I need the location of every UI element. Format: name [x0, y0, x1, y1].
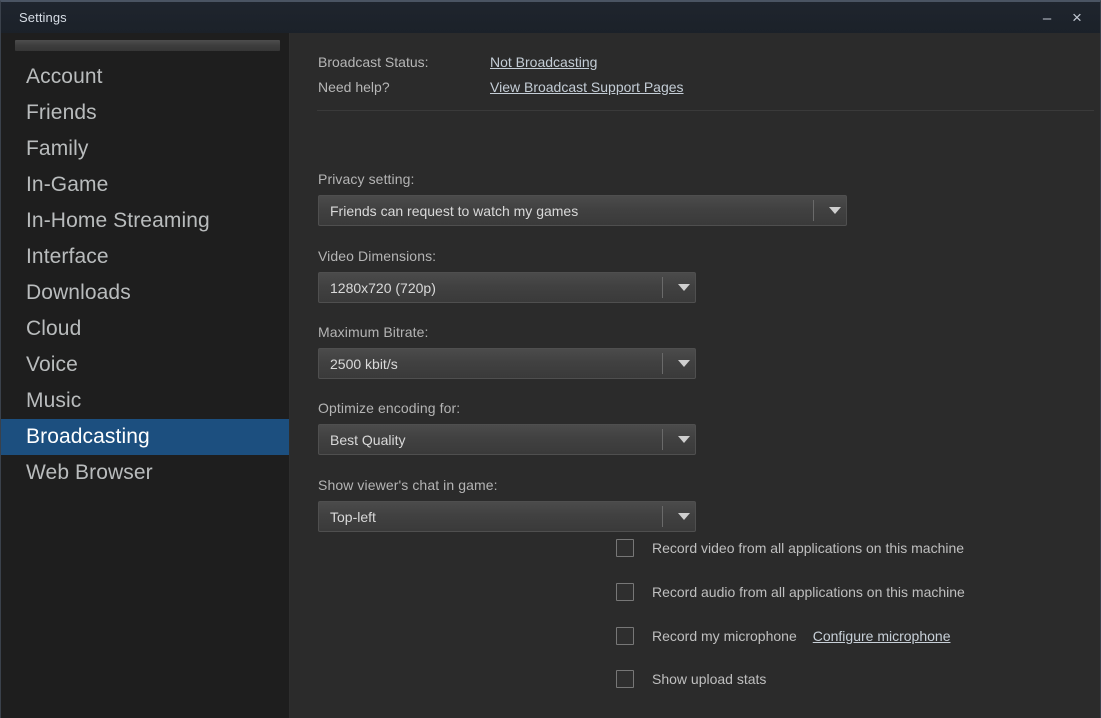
checkbox-row-record-my-microphone: Record my microphone Configure microphone	[616, 626, 950, 646]
dropdown-separator	[662, 506, 663, 527]
sidebar-nav-list: Account Friends Family In-Game In-Home Strea…	[1, 59, 289, 491]
field-group-maximum-bitrate: Maximum Bitrate: 2500 kbit/s	[318, 324, 696, 379]
broadcast-status-block: Broadcast Status: Not Broadcasting Need …	[318, 54, 1068, 104]
sidebar-item-label: In-Home Streaming	[26, 209, 210, 232]
dropdown-separator	[662, 429, 663, 450]
chevron-down-icon	[673, 513, 695, 520]
broadcast-status-label: Broadcast Status:	[318, 54, 429, 70]
sidebar-item-label: Broadcasting	[26, 425, 150, 448]
label-optimize-encoding-for: Optimize encoding for:	[318, 400, 461, 416]
broadcast-status-value-link[interactable]: Not Broadcasting	[490, 54, 597, 70]
sidebar-item-voice[interactable]: Voice	[1, 347, 289, 383]
dropdown-value-optimize-encoding-for: Best Quality	[330, 431, 406, 448]
checkbox-record-audio-from-all-applications-on-this-machine[interactable]	[616, 583, 634, 601]
checkbox-label-record-audio-from-all-applications-on-this-machine[interactable]: Record audio from all applications on th…	[652, 584, 965, 600]
checkbox-show-upload-stats[interactable]	[616, 670, 634, 688]
sidebar-item-label: Voice	[26, 353, 78, 376]
checkbox-row-record-audio-from-all-applications-on-this-machine: Record audio from all applications on th…	[616, 582, 965, 602]
broadcast-support-link[interactable]: View Broadcast Support Pages	[490, 79, 684, 95]
chevron-down-icon	[673, 360, 695, 367]
broadcasting-settings-pane: Broadcast Status: Not Broadcasting Need …	[290, 33, 1100, 718]
sidebar-item-downloads[interactable]: Downloads	[1, 275, 289, 311]
sidebar-item-label: Music	[26, 389, 82, 412]
section-divider	[317, 110, 1094, 111]
checkbox-row-record-video-from-all-applications-on-this-machine: Record video from all applications on th…	[616, 538, 964, 558]
label-maximum-bitrate: Maximum Bitrate:	[318, 324, 429, 340]
sidebar-item-in-home-streaming[interactable]: In-Home Streaming	[1, 203, 289, 239]
title-bar: Settings – ×	[1, 2, 1100, 33]
checkbox-label-record-my-microphone[interactable]: Record my microphone	[652, 628, 797, 644]
dropdown-value-maximum-bitrate: 2500 kbit/s	[330, 355, 398, 372]
dropdown-maximum-bitrate[interactable]: 2500 kbit/s	[318, 348, 696, 379]
sidebar-item-cloud[interactable]: Cloud	[1, 311, 289, 347]
dropdown-value-show-viewer-s-chat-in-game: Top-left	[330, 508, 376, 525]
checkbox-record-my-microphone[interactable]	[616, 627, 634, 645]
checkbox-label-record-video-from-all-applications-on-this-machine[interactable]: Record video from all applications on th…	[652, 540, 964, 556]
chevron-down-icon	[673, 436, 695, 443]
sidebar-item-label: Friends	[26, 101, 97, 124]
sidebar-item-friends[interactable]: Friends	[1, 95, 289, 131]
dropdown-privacy-setting[interactable]: Friends can request to watch my games	[318, 195, 847, 226]
minimize-icon[interactable]: –	[1034, 5, 1060, 31]
broadcast-status-row: Broadcast Status: Not Broadcasting	[318, 54, 1068, 79]
sidebar-item-music[interactable]: Music	[1, 383, 289, 419]
sidebar-item-interface[interactable]: Interface	[1, 239, 289, 275]
dropdown-separator	[662, 277, 663, 298]
dropdown-show-viewer-s-chat-in-game[interactable]: Top-left	[318, 501, 696, 532]
dropdown-value-video-dimensions: 1280x720 (720p)	[330, 279, 436, 296]
sidebar-item-broadcasting[interactable]: Broadcasting	[1, 419, 289, 455]
need-help-row: Need help? View Broadcast Support Pages	[318, 79, 1068, 104]
field-group-show-viewer-s-chat-in-game: Show viewer's chat in game: Top-left	[318, 477, 696, 532]
window-title: Settings	[19, 10, 67, 25]
checkbox-row-show-upload-stats: Show upload stats	[616, 669, 766, 689]
window-body: Account Friends Family In-Game In-Home Strea…	[1, 33, 1100, 718]
dropdown-separator	[813, 200, 814, 221]
settings-window: Settings – × Account Friends Family In-Game…	[0, 0, 1101, 718]
sidebar-item-label: Family	[26, 137, 89, 160]
sidebar-item-web-browser[interactable]: Web Browser	[1, 455, 289, 491]
label-show-viewer-s-chat-in-game: Show viewer's chat in game:	[318, 477, 498, 493]
window-controls: – ×	[1034, 2, 1090, 33]
field-group-privacy-setting: Privacy setting: Friends can request to w…	[318, 171, 847, 226]
sidebar-item-family[interactable]: Family	[1, 131, 289, 167]
label-privacy-setting: Privacy setting:	[318, 171, 415, 187]
sidebar-item-label: Web Browser	[26, 461, 153, 484]
sidebar-item-label: In-Game	[26, 173, 109, 196]
chevron-down-icon	[824, 207, 846, 214]
dropdown-optimize-encoding-for[interactable]: Best Quality	[318, 424, 696, 455]
dropdown-value-privacy-setting: Friends can request to watch my games	[330, 202, 579, 219]
checkbox-record-video-from-all-applications-on-this-machine[interactable]	[616, 539, 634, 557]
sidebar-item-in-game[interactable]: In-Game	[1, 167, 289, 203]
label-video-dimensions: Video Dimensions:	[318, 248, 437, 264]
sidebar-item-label: Account	[26, 65, 103, 88]
need-help-label: Need help?	[318, 79, 390, 95]
sidebar-item-label: Downloads	[26, 281, 131, 304]
sidebar-item-account[interactable]: Account	[1, 59, 289, 95]
sidebar-scrollbar[interactable]	[15, 40, 280, 51]
close-icon[interactable]: ×	[1064, 5, 1090, 31]
configure-microphone-link[interactable]: Configure microphone	[813, 628, 951, 644]
sidebar-item-label: Interface	[26, 245, 109, 268]
field-group-optimize-encoding-for: Optimize encoding for: Best Quality	[318, 400, 696, 455]
sidebar-item-label: Cloud	[26, 317, 82, 340]
field-group-video-dimensions: Video Dimensions: 1280x720 (720p)	[318, 248, 696, 303]
chevron-down-icon	[673, 284, 695, 291]
checkbox-label-show-upload-stats[interactable]: Show upload stats	[652, 671, 766, 687]
dropdown-video-dimensions[interactable]: 1280x720 (720p)	[318, 272, 696, 303]
settings-sidebar: Account Friends Family In-Game In-Home Strea…	[1, 33, 290, 718]
dropdown-separator	[662, 353, 663, 374]
